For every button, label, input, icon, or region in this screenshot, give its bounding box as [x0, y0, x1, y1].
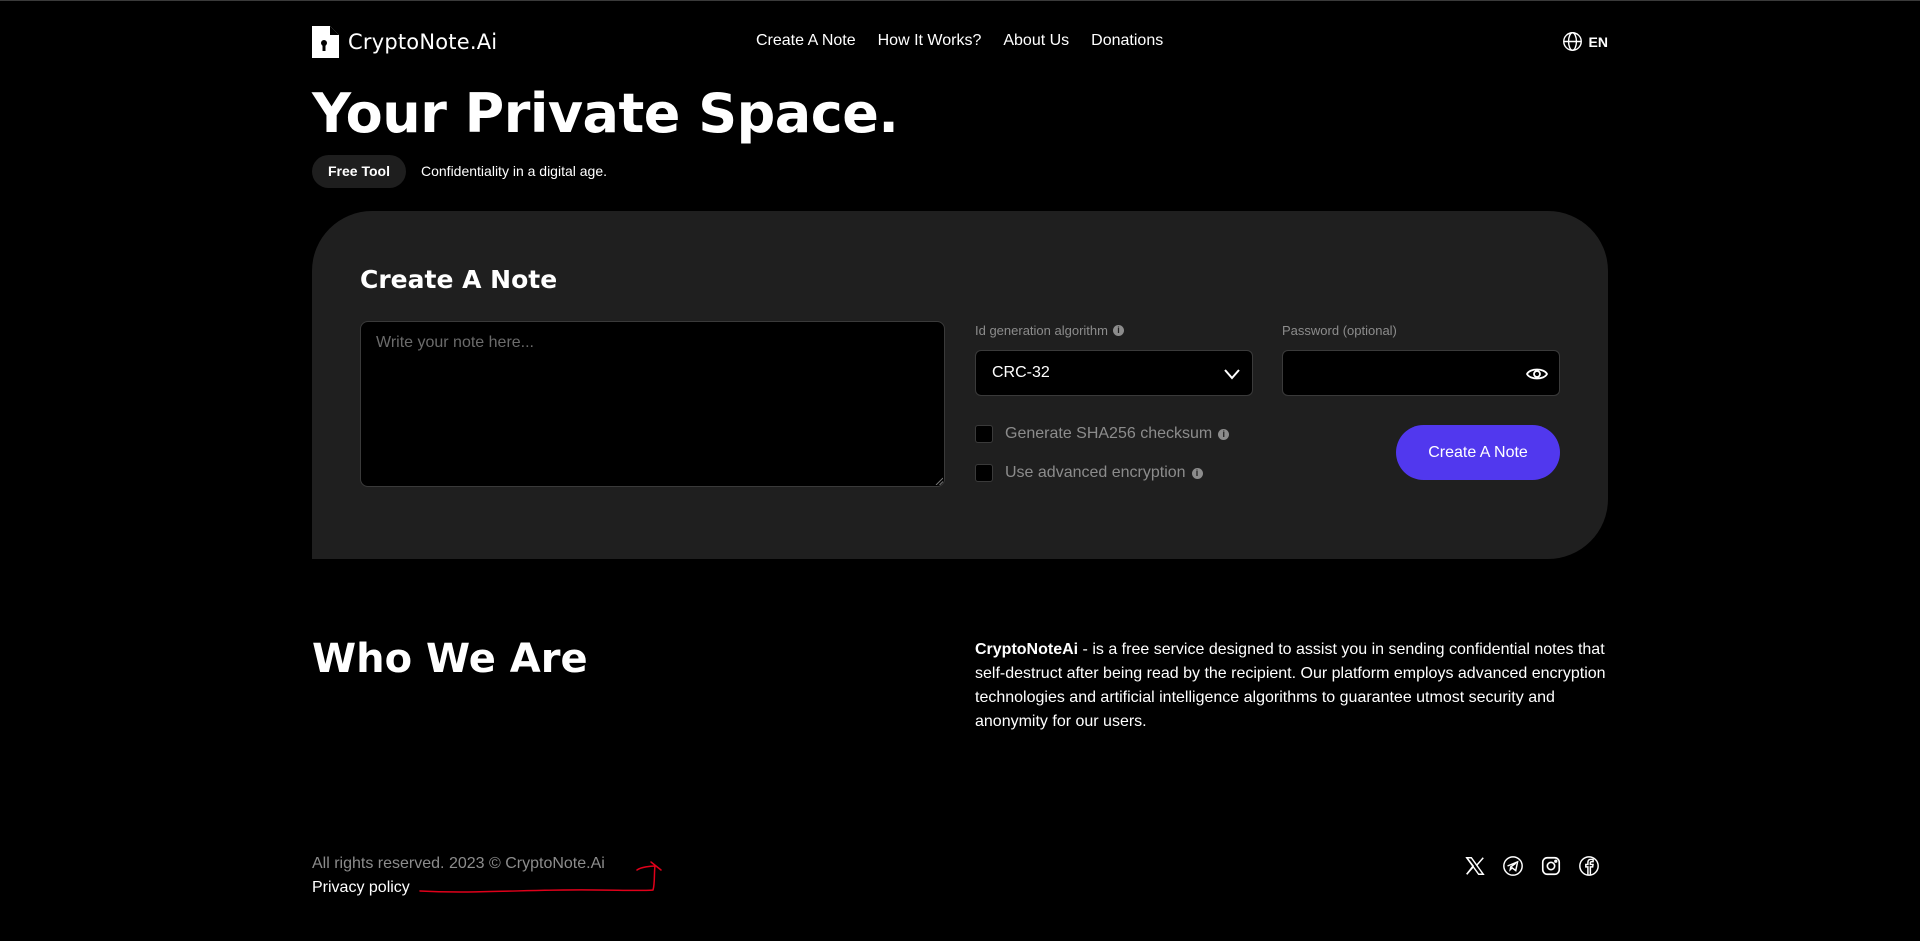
- nav-create-note[interactable]: Create A Note: [756, 32, 856, 50]
- encryption-label: Use advanced encryption: [1005, 464, 1186, 481]
- checksum-checkbox[interactable]: [975, 425, 993, 443]
- card-title: Create A Note: [360, 265, 558, 294]
- language-code: EN: [1588, 33, 1608, 50]
- checksum-label: Generate SHA256 checksum: [1005, 425, 1213, 442]
- info-icon[interactable]: i: [1112, 325, 1124, 336]
- nav-how-it-works[interactable]: How It Works?: [878, 32, 982, 50]
- nav-donations[interactable]: Donations: [1091, 32, 1163, 50]
- algorithm-value: CRC-32: [992, 364, 1050, 381]
- annotation-arrow: [419, 861, 662, 893]
- main-nav: Create A Note How It Works? About Us Don…: [756, 32, 1163, 50]
- logo-icon: [312, 26, 339, 58]
- chevron-down-icon: [1224, 369, 1240, 380]
- password-label: Password (optional): [1282, 323, 1397, 338]
- privacy-policy-link[interactable]: Privacy policy: [312, 879, 410, 897]
- algorithm-select[interactable]: CRC-32: [975, 350, 1253, 396]
- brand-name: CryptoNote.Ai: [348, 30, 498, 54]
- info-icon[interactable]: i: [1191, 467, 1203, 479]
- who-we-are-title: Who We Are: [312, 636, 588, 682]
- resize-grip-icon[interactable]: [935, 477, 943, 485]
- social-links: [1464, 855, 1600, 877]
- checksum-option[interactable]: Generate SHA256 checksum i: [975, 425, 1230, 443]
- x-icon[interactable]: [1464, 855, 1486, 877]
- algorithm-label: Id generation algorithm i: [975, 323, 1124, 338]
- site-header: CryptoNote.Ai Create A Note How It Works…: [312, 24, 1608, 60]
- hero-title: Your Private Space.: [312, 82, 899, 145]
- encryption-option[interactable]: Use advanced encryption i: [975, 464, 1203, 482]
- instagram-icon[interactable]: [1540, 855, 1562, 877]
- hero-tagline: Confidentiality in a digital age.: [421, 163, 608, 179]
- language-switcher[interactable]: EN: [1562, 31, 1608, 52]
- create-note-button[interactable]: Create A Note: [1396, 425, 1560, 480]
- top-border: [0, 0, 1920, 1]
- facebook-icon[interactable]: [1578, 855, 1600, 877]
- password-input[interactable]: [1284, 352, 1514, 394]
- about-brand: CryptoNoteAi: [975, 641, 1079, 658]
- who-we-are-text: CryptoNoteAi - is a free service designe…: [975, 638, 1615, 734]
- create-note-card: Create A Note Id generation algorithm i …: [312, 211, 1608, 559]
- nav-about-us[interactable]: About Us: [1003, 32, 1069, 50]
- eye-icon[interactable]: [1525, 362, 1549, 386]
- note-textarea[interactable]: [360, 321, 945, 487]
- telegram-icon[interactable]: [1502, 855, 1524, 877]
- encryption-checkbox[interactable]: [975, 464, 993, 482]
- globe-icon: [1562, 32, 1582, 51]
- password-field: [1282, 350, 1560, 396]
- brand-logo[interactable]: CryptoNote.Ai: [312, 26, 497, 58]
- free-tool-badge: Free Tool: [312, 155, 406, 188]
- info-icon[interactable]: i: [1218, 428, 1230, 440]
